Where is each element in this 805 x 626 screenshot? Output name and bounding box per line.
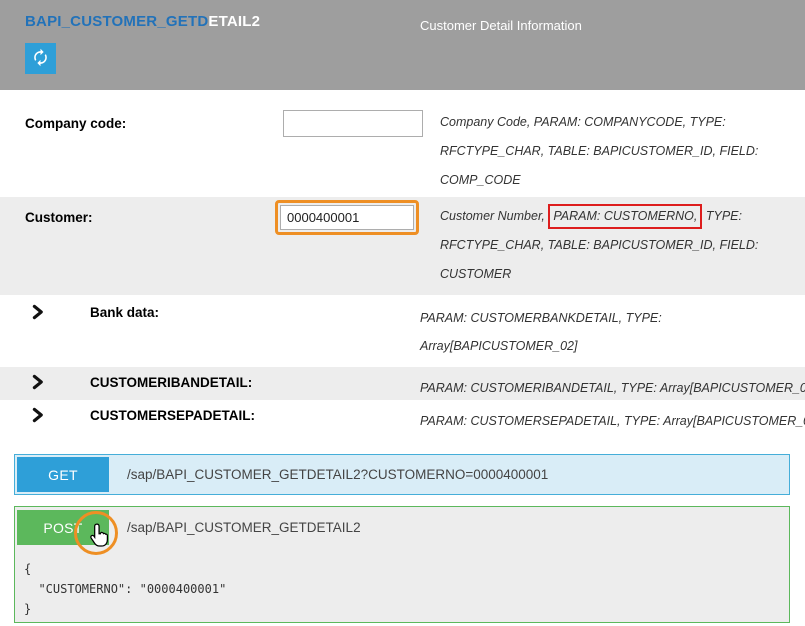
bank-data-description: PARAM: CUSTOMERBANKDETAIL, TYPE: Array[B…	[420, 304, 768, 360]
customersepadetail-description: PARAM: CUSTOMERSEPADETAIL, TYPE: Array[B…	[420, 414, 805, 428]
customer-label: Customer:	[25, 210, 93, 225]
get-request-panel: GET /sap/BAPI_CUSTOMER_GETDETAIL2?CUSTOM…	[14, 454, 790, 495]
form-area: Company code: Company Code, PARAM: COMPA…	[0, 90, 805, 623]
annotation-orange-box	[275, 200, 419, 235]
chevron-right-icon[interactable]	[30, 374, 45, 390]
field-row-customer: Customer: Customer Number, PARAM: CUSTOM…	[0, 197, 805, 295]
customer-description-highlight: PARAM: CUSTOMERNO,	[553, 209, 697, 223]
bank-data-label: Bank data:	[90, 305, 159, 320]
company-code-label: Company code:	[25, 116, 126, 131]
customersepadetail-label: CUSTOMERSEPADETAIL:	[90, 408, 255, 423]
title-primary: BAPI_CUSTOMER_GETD	[25, 13, 208, 30]
customer-input[interactable]	[280, 205, 414, 230]
post-request-body: { "CUSTOMERNO": "0000400001" }	[24, 559, 787, 619]
app-window: BAPI_CUSTOMER_GETDETAIL2 Customer Detail…	[0, 0, 805, 626]
post-request-panel: POST /sap/BAPI_CUSTOMER_GETDETAIL2 { "CU…	[14, 506, 790, 623]
expand-row-customersepadetail: CUSTOMERSEPADETAIL: PARAM: CUSTOMERSEPAD…	[0, 400, 805, 436]
page-subtitle: Customer Detail Information	[420, 18, 582, 33]
header: BAPI_CUSTOMER_GETDETAIL2 Customer Detail…	[0, 0, 805, 90]
post-request-path: /sap/BAPI_CUSTOMER_GETDETAIL2	[127, 520, 361, 535]
page-title: BAPI_CUSTOMER_GETDETAIL2	[25, 13, 260, 30]
get-request-path: /sap/BAPI_CUSTOMER_GETDETAIL2?CUSTOMERNO…	[127, 467, 548, 482]
expand-row-bank-data: Bank data: PARAM: CUSTOMERBANKDETAIL, TY…	[0, 295, 805, 367]
customer-description-prefix: Customer Number,	[440, 209, 548, 223]
refresh-button[interactable]	[25, 43, 56, 74]
refresh-icon	[31, 48, 50, 70]
post-button[interactable]: POST	[17, 510, 109, 545]
customeribandetail-label: CUSTOMERIBANDETAIL:	[90, 375, 252, 390]
customer-description: Customer Number, PARAM: CUSTOMERNO, TYPE…	[440, 202, 772, 289]
customeribandetail-description: PARAM: CUSTOMERIBANDETAIL, TYPE: Array[B…	[420, 381, 805, 395]
expand-row-customeribandetail: CUSTOMERIBANDETAIL: PARAM: CUSTOMERIBAND…	[0, 367, 805, 400]
annotation-red-box: PARAM: CUSTOMERNO,	[548, 204, 702, 229]
company-code-description: Company Code, PARAM: COMPANYCODE, TYPE: …	[440, 108, 772, 195]
get-button[interactable]: GET	[17, 457, 109, 492]
chevron-right-icon[interactable]	[30, 407, 45, 423]
title-highlight: ETAIL2	[208, 13, 260, 30]
company-code-input[interactable]	[283, 110, 423, 137]
field-row-company-code: Company code: Company Code, PARAM: COMPA…	[0, 103, 805, 197]
chevron-right-icon[interactable]	[30, 304, 45, 320]
